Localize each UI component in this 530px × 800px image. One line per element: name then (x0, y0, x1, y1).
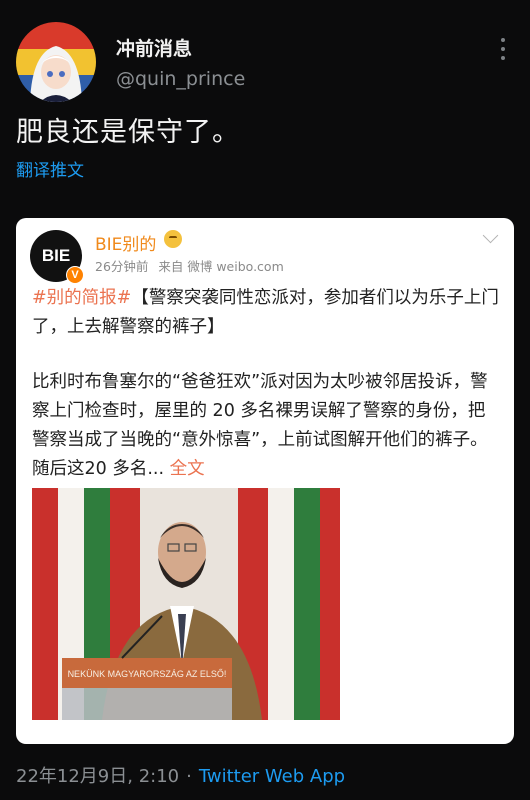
footer-separator: · (186, 766, 192, 787)
avatar[interactable] (16, 22, 96, 102)
tweet-footer: 22年12月9日, 2:10 · Twitter Web App (16, 762, 345, 788)
emoji-icon (164, 230, 182, 248)
chevron-down-icon[interactable] (482, 227, 499, 244)
post-time: 26分钟前 (95, 259, 149, 274)
tweet-timestamp[interactable]: 22年12月9日, 2:10 (16, 766, 179, 787)
tweet-app-source[interactable]: Twitter Web App (199, 766, 345, 787)
podium-banner-text: NEKÜNK MAGYARORSZÁG AZ ELSŐ! (68, 669, 227, 679)
tweet-text: 肥良还是保守了。 (16, 117, 240, 148)
author-name[interactable]: 冲前消息 (116, 34, 192, 61)
logo-text: BIE (41, 246, 71, 265)
author-handle[interactable]: @quin_prince (116, 68, 245, 90)
body-text: 比利时布鲁塞尔的“爸爸狂欢”派对因为太吵被邻居投诉，警察上门检查时，屋里的 20… (32, 372, 488, 479)
weibo-account-name[interactable]: BIE别的 (95, 230, 156, 255)
full-text-link[interactable]: 全文 (170, 459, 205, 479)
post-headline: #别的简报#【警察突袭同性恋派对，参加者们以为乐子上门了，上去解警察的裤子】 (32, 284, 502, 342)
post-source: 来自 微博 weibo.com (158, 259, 284, 274)
more-options-icon[interactable] (500, 38, 506, 65)
hashtag-link[interactable]: #别的简报# (32, 288, 131, 308)
post-image[interactable]: NEKÜNK MAGYARORSZÁG AZ ELSŐ! (32, 488, 340, 720)
post-body: 比利时布鲁塞尔的“爸爸狂欢”派对因为太吵被邻居投诉，警察上门检查时，屋里的 20… (32, 368, 502, 484)
translate-tweet-link[interactable]: 翻译推文 (16, 156, 84, 181)
verified-icon: V (66, 266, 84, 284)
weibo-account-logo: BIE V (30, 230, 84, 284)
quoted-weibo-card[interactable]: BIE V BIE别的 26分钟前 来自 微博 weibo.com #别的简报#… (16, 218, 514, 744)
post-meta: 26分钟前 来自 微博 weibo.com (95, 256, 290, 275)
